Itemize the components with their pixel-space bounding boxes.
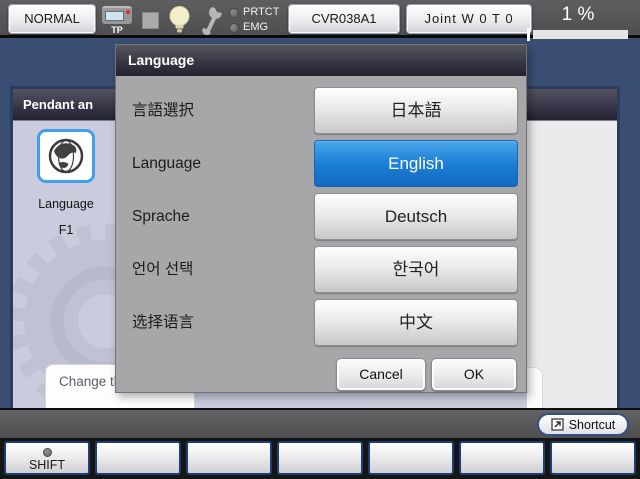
- function-key-f1-blank[interactable]: [95, 441, 181, 475]
- top-status-bar: NORMAL TP PRTCT EMG CVR038A1 Joint W 0 T…: [0, 0, 640, 38]
- korean-button[interactable]: 한국어: [314, 246, 518, 293]
- shift-key[interactable]: SHIFT: [4, 441, 90, 475]
- description-text: Change th: [59, 374, 121, 389]
- label-japanese: 言語選択: [132, 87, 312, 134]
- function-key-row: SHIFT: [0, 438, 640, 479]
- shortcut-strip: Shortcut: [0, 408, 640, 438]
- wrench-icon: [199, 4, 224, 35]
- label-korean: 언어 선택: [132, 246, 312, 293]
- language-dialog: Language 言語選択 日本語 Language English Sprac…: [115, 44, 527, 393]
- right-content-panel: [527, 121, 617, 445]
- main-area: Pendant an Language F1 Change th: [0, 41, 640, 408]
- tp-screen: [105, 11, 124, 21]
- german-button[interactable]: Deutsch: [314, 193, 518, 240]
- english-button[interactable]: English: [314, 140, 518, 187]
- label-chinese: 选择语言: [132, 299, 312, 346]
- shift-led-icon: [43, 448, 52, 457]
- dialog-title: Language: [116, 45, 526, 76]
- speed-value: 1 %: [550, 4, 606, 26]
- emg-label: EMG: [243, 21, 268, 33]
- shift-label: SHIFT: [6, 458, 88, 472]
- prtct-led-icon: [229, 8, 239, 18]
- function-key-f3-blank[interactable]: [277, 441, 363, 475]
- tp-pendant-icon: TP: [100, 6, 134, 35]
- ok-button[interactable]: OK: [431, 358, 517, 391]
- prtct-label: PRTCT: [243, 6, 279, 18]
- function-key-f4-blank[interactable]: [368, 441, 454, 475]
- speed-bar-tick: [527, 28, 530, 42]
- shortcut-button[interactable]: Shortcut: [537, 413, 629, 436]
- shortcut-label: Shortcut: [569, 418, 616, 432]
- language-tile[interactable]: [37, 129, 95, 183]
- lamp-icon: [168, 5, 191, 34]
- coordinate-system-button[interactable]: Joint W 0 T 0: [406, 4, 532, 34]
- mode-button[interactable]: NORMAL: [8, 4, 96, 34]
- function-key-f2-blank[interactable]: [186, 441, 272, 475]
- function-key-f6-blank[interactable]: [550, 441, 636, 475]
- speed-bar-track: [533, 30, 628, 39]
- globe-icon: [46, 136, 86, 176]
- tp-label: TP: [100, 25, 134, 35]
- label-english: Language: [132, 140, 312, 187]
- label-german: Sprache: [132, 193, 312, 240]
- shortcut-arrow-icon: [551, 418, 564, 431]
- stop-square-icon: [142, 12, 159, 29]
- tp-led-icon: [126, 10, 130, 14]
- emg-led-icon: [229, 23, 239, 33]
- function-key-f5-blank[interactable]: [459, 441, 545, 475]
- japanese-button[interactable]: 日本語: [314, 87, 518, 134]
- program-button[interactable]: CVR038A1: [288, 4, 400, 34]
- chinese-button[interactable]: 中文: [314, 299, 518, 346]
- cancel-button[interactable]: Cancel: [336, 358, 426, 391]
